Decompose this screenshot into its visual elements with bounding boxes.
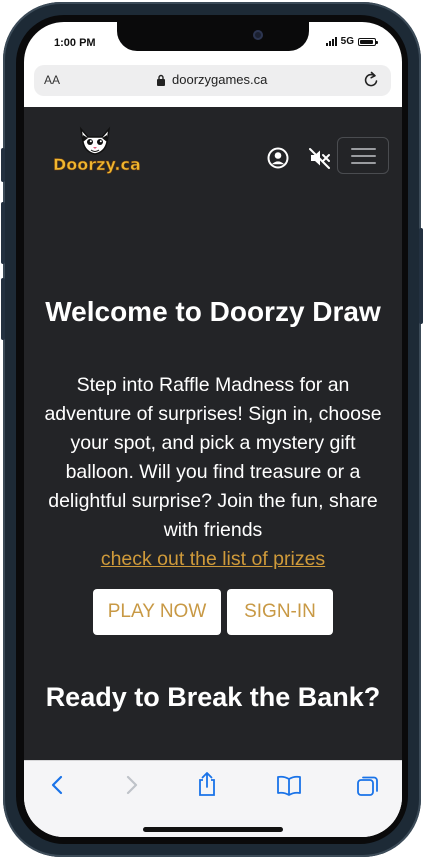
browser-toolbar: [24, 760, 402, 837]
url-display[interactable]: doorzygames.ca: [156, 72, 267, 87]
power-button: [419, 228, 423, 324]
status-time: 1:00 PM: [54, 37, 96, 49]
back-arrow-icon[interactable]: [48, 774, 68, 796]
menu-bar: [351, 155, 376, 157]
forward-arrow-icon[interactable]: [121, 774, 141, 796]
battery-level: [360, 39, 373, 44]
lock-icon: [157, 74, 165, 86]
intro-text: Step into Raffle Madness for an adventur…: [44, 374, 382, 541]
menu-toggle-button[interactable]: [337, 137, 389, 174]
reload-icon[interactable]: [361, 70, 381, 90]
menu-bar: [351, 162, 376, 164]
tabs-icon[interactable]: [356, 774, 380, 798]
battery-icon: [358, 37, 378, 46]
cat-mascot-icon: [79, 126, 111, 155]
reader-settings-button[interactable]: AA: [44, 73, 60, 87]
prizes-link[interactable]: check out the list of prizes: [24, 545, 402, 573]
mute-switch: [1, 148, 5, 182]
menu-bar: [351, 148, 376, 150]
share-icon[interactable]: [196, 771, 218, 797]
play-now-button[interactable]: PLAY NOW: [93, 589, 221, 635]
site-logo[interactable]: Doorzy.ca: [53, 126, 141, 179]
sound-muted-icon[interactable]: [308, 147, 332, 169]
sign-in-button[interactable]: SIGN-IN: [227, 589, 333, 635]
page-title: Welcome to Doorzy Draw: [45, 296, 381, 327]
volume-up-button: [1, 202, 5, 264]
website-content: Doorzy.ca Welcome to Doorzy Draw Step in…: [24, 107, 402, 760]
address-bar[interactable]: AA doorzygames.ca: [34, 65, 391, 96]
url-text: doorzygames.ca: [172, 72, 268, 87]
logo-text: Doorzy.ca: [53, 155, 141, 175]
camera-icon: [253, 30, 263, 40]
status-indicators: 5G: [325, 36, 378, 47]
user-account-icon[interactable]: [267, 147, 289, 169]
bookmarks-icon[interactable]: [276, 774, 302, 796]
home-indicator[interactable]: [143, 827, 283, 832]
section-heading: Ready to Break the Bank?: [45, 682, 381, 712]
notch: [117, 22, 309, 51]
phone-screen: 1:00 PM 5G AA doorzygames.ca Doorzy.ca W…: [24, 22, 402, 837]
network-label: 5G: [340, 36, 354, 47]
volume-down-button: [1, 278, 5, 340]
signal-icon: [325, 37, 337, 46]
